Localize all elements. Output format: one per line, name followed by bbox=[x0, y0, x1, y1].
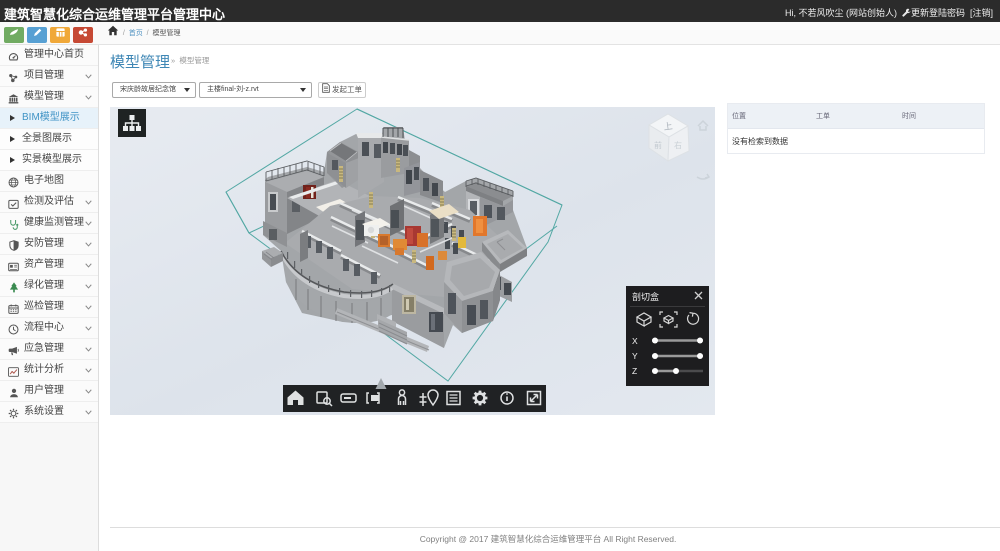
svg-text:X: X bbox=[632, 336, 638, 346]
svg-text:Z: Z bbox=[632, 366, 637, 376]
svg-text:Y: Y bbox=[632, 351, 638, 361]
svg-text:右: 右 bbox=[674, 140, 682, 150]
svg-text:上: 上 bbox=[663, 121, 673, 132]
svg-text:前: 前 bbox=[654, 140, 662, 150]
svg-text:剖切盒: 剖切盒 bbox=[632, 291, 659, 302]
